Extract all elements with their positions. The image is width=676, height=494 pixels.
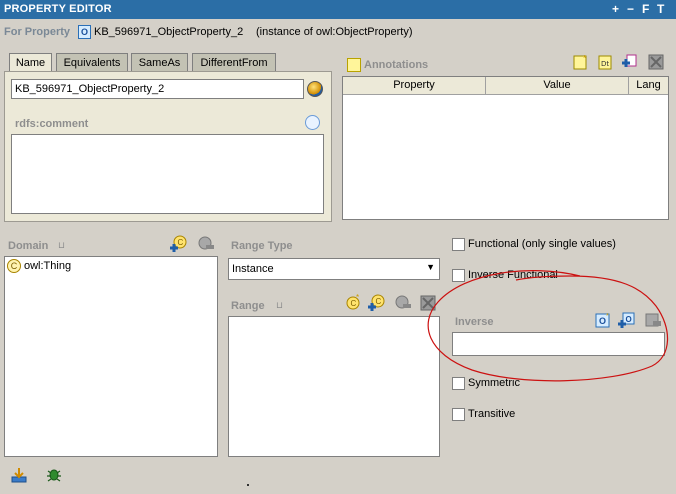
instance-of-text: (instance of owl:ObjectProperty) bbox=[256, 26, 413, 38]
svg-text:C: C bbox=[376, 297, 382, 306]
transitive-checkbox[interactable] bbox=[452, 408, 465, 421]
column-header-lang[interactable]: Lang bbox=[629, 77, 668, 95]
range-union-icon: ⊔ bbox=[276, 300, 284, 310]
add-existing-annotation-icon[interactable] bbox=[620, 53, 638, 71]
svg-text:C: C bbox=[178, 238, 184, 247]
add-control[interactable]: + bbox=[612, 2, 619, 16]
name-field[interactable]: KB_596971_ObjectProperty_2 bbox=[11, 79, 304, 99]
svg-text:Dt: Dt bbox=[601, 60, 609, 68]
tab-control[interactable]: T bbox=[657, 2, 664, 16]
list-item[interactable]: C owl:Thing bbox=[7, 259, 127, 274]
import-icon[interactable] bbox=[10, 466, 28, 484]
functional-label: Functional (only single values) bbox=[468, 238, 616, 250]
bug-icon[interactable] bbox=[45, 466, 63, 484]
window-title: PROPERTY EDITOR bbox=[4, 3, 112, 15]
float-control[interactable]: F bbox=[642, 2, 649, 16]
svg-text:*: * bbox=[583, 54, 586, 63]
globe-icon[interactable] bbox=[307, 81, 323, 97]
add-datatype-annotation-icon[interactable]: Dt bbox=[597, 53, 615, 71]
delete-annotation-icon[interactable] bbox=[647, 53, 665, 71]
name-field-value: KB_596971_ObjectProperty_2 bbox=[15, 83, 165, 95]
range-label: Range bbox=[231, 300, 265, 312]
title-bar: PROPERTY EDITOR + − F T bbox=[0, 0, 676, 19]
column-header-property[interactable]: Property bbox=[343, 77, 486, 95]
remove-range-class-icon[interactable] bbox=[394, 294, 412, 312]
object-property-icon: O bbox=[78, 25, 91, 39]
tab-equivalents[interactable]: Equivalents bbox=[56, 53, 128, 72]
red-circle-annotation bbox=[427, 270, 669, 382]
rdfs-comment-label: rdfs:comment bbox=[15, 118, 89, 130]
comment-globe-icon[interactable] bbox=[305, 115, 320, 130]
tab-sameas[interactable]: SameAs bbox=[131, 53, 188, 72]
column-header-value[interactable]: Value bbox=[486, 77, 629, 95]
range-type-value: Instance bbox=[232, 263, 274, 275]
annotations-label: Annotations bbox=[364, 59, 429, 71]
minimize-control[interactable]: − bbox=[627, 2, 634, 16]
property-name: KB_596971_ObjectProperty_2 bbox=[94, 26, 244, 38]
domain-union-icon: ⊔ bbox=[58, 240, 66, 250]
create-range-class-icon[interactable]: C* bbox=[344, 294, 362, 312]
class-icon: C bbox=[7, 259, 21, 273]
annotations-table[interactable]: Property Value Lang bbox=[342, 76, 669, 220]
functional-checkbox[interactable] bbox=[452, 238, 465, 251]
range-list[interactable] bbox=[228, 316, 440, 457]
domain-label: Domain bbox=[8, 240, 49, 252]
divider-dot bbox=[247, 484, 249, 486]
transitive-label: Transitive bbox=[468, 408, 516, 420]
add-domain-class-icon[interactable]: C bbox=[169, 235, 187, 253]
annotations-note-icon bbox=[347, 58, 361, 72]
add-range-class-icon[interactable]: C bbox=[367, 294, 385, 312]
range-type-select[interactable]: Instance ▼ bbox=[228, 258, 440, 280]
for-property-label: For Property bbox=[4, 26, 71, 38]
remove-domain-class-icon[interactable] bbox=[197, 235, 215, 253]
add-annotation-icon[interactable]: * bbox=[572, 53, 590, 71]
tab-name[interactable]: Name bbox=[9, 53, 52, 73]
domain-list[interactable]: C owl:Thing bbox=[4, 256, 218, 457]
range-type-label: Range Type bbox=[231, 240, 293, 252]
tab-differentfrom[interactable]: DifferentFrom bbox=[192, 53, 276, 72]
rdfs-comment-textarea[interactable] bbox=[11, 134, 324, 214]
domain-item-label: owl:Thing bbox=[24, 260, 72, 272]
svg-text:*: * bbox=[356, 294, 359, 302]
